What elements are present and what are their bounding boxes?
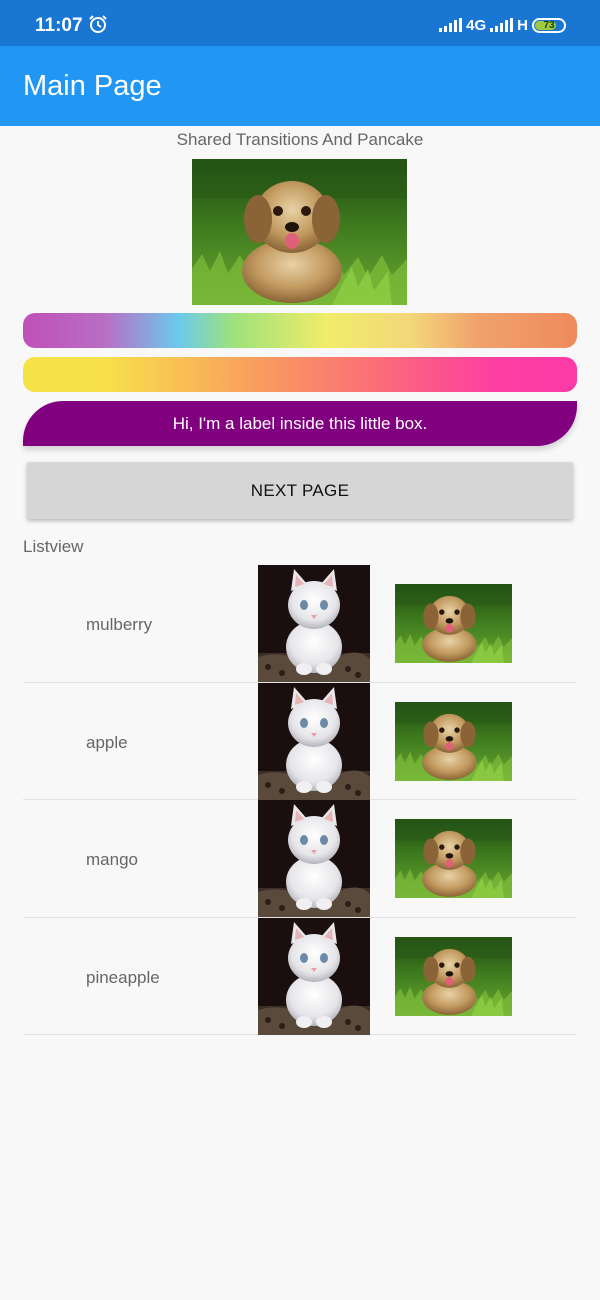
status-time: 11:07 [35,15,83,36]
listview-title: Listview [23,537,84,556]
list-item[interactable]: apple [23,683,577,800]
list-item[interactable]: pineapple [23,918,577,1035]
rainbow-gradient-bar [23,313,577,348]
label-box-text: Hi, I'm a label inside this little box. [172,413,428,433]
list-item-label: mulberry [86,615,153,634]
battery-icon: 73 [532,17,566,33]
kitten-image [258,800,370,917]
puppy-image [395,819,512,898]
battery-level: 73 [543,19,555,31]
list-item[interactable]: mango [23,800,577,918]
status-bar: 11:07 4G H 73 [0,0,600,46]
puppy-image [395,937,512,1016]
subtitle-label: Shared Transitions And Pancake [176,130,424,149]
dog-image [192,159,407,305]
list-item-label: pineapple [86,967,160,987]
signal-icon [439,18,463,32]
listview[interactable]: mulberry apple mango pineapple [23,565,577,1035]
kitten-image [258,683,370,800]
label-box: Hi, I'm a label inside this little box. [23,401,577,446]
signal-icon-2 [490,18,514,32]
list-item-label: apple [86,732,128,752]
list-item[interactable]: mulberry [23,565,577,683]
network-type: 4G [466,16,487,34]
puppy-image [395,584,512,663]
network-type-2: H [517,16,528,34]
kitten-image [258,918,370,1035]
puppy-image [395,702,512,781]
alarm-clock-icon [89,15,107,33]
app-bar: Main Page [0,46,600,126]
status-indicators: 4G H 73 [439,14,566,36]
kitten-image [258,565,370,682]
next-page-button[interactable]: NEXT PAGE [27,462,573,519]
page-title: Main Page [23,70,162,102]
list-item-label: mango [86,850,138,869]
sunset-gradient-bar [23,357,577,392]
